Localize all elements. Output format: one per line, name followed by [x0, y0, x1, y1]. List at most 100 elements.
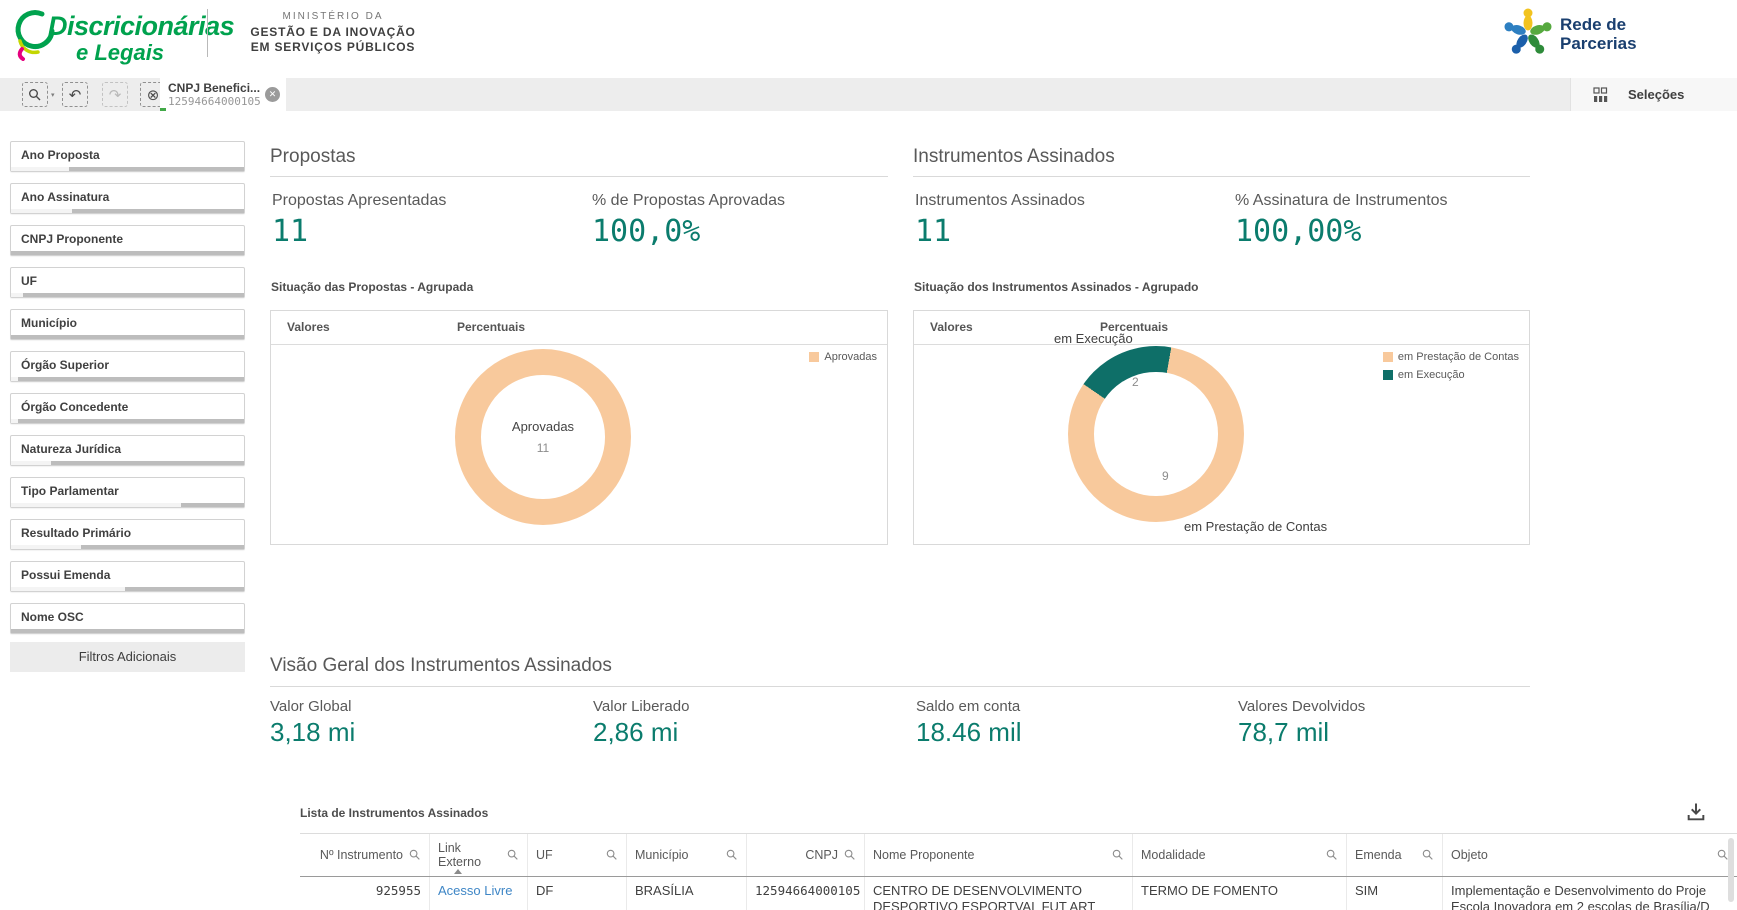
column-label: Município — [635, 848, 689, 862]
table-cell-nome-proponente[interactable]: CENTRO DE DESENVOLVIMENTO DESPORTIVO ESP… — [865, 877, 1133, 910]
donut-chart-instrumentos[interactable] — [1068, 346, 1244, 522]
external-link[interactable]: Acesso Livre — [430, 877, 528, 910]
filter-item-possui-emenda[interactable]: Possui Emenda — [10, 561, 245, 592]
redo-icon[interactable]: ↷ — [102, 82, 128, 107]
propostas-chart-title: Situação das Propostas - Agrupada — [271, 280, 473, 294]
column-header-cnpj[interactable]: CNPJ — [747, 834, 865, 876]
legend-item-em-execucao[interactable]: em Execução — [1383, 369, 1519, 381]
selections-grid-icon — [1593, 87, 1610, 103]
tab-valores[interactable]: Valores — [930, 320, 973, 334]
selection-tab-cnpj[interactable]: CNPJ Benefici... 12594664000105 ✕ — [160, 78, 286, 111]
download-icon[interactable] — [1685, 801, 1709, 825]
filter-item-ano-proposta[interactable]: Ano Proposta — [10, 141, 245, 172]
table-row: 925955Acesso LivreDFBRASÍLIA125946640001… — [300, 877, 1737, 910]
donut-center-label: Aprovadas — [512, 419, 574, 434]
partner-line2: Parcerias — [1560, 34, 1672, 53]
filter-item-orgao-superior[interactable]: Órgão Superior — [10, 351, 245, 382]
filter-scrollbar[interactable] — [11, 167, 244, 171]
filter-scrollbar[interactable] — [11, 335, 244, 339]
filter-item-natureza-juridica[interactable]: Natureza Jurídica — [10, 435, 245, 466]
legend-swatch — [809, 352, 819, 362]
table-cell-n-instrumento[interactable]: 925955 — [300, 877, 430, 910]
column-header-nome-proponente[interactable]: Nome Proponente — [865, 834, 1133, 876]
filter-scrollbar[interactable] — [11, 629, 244, 633]
propostas-chart-container: Valores Percentuais Aprovadas Aprovadas … — [270, 310, 888, 545]
tab-percentuais[interactable]: Percentuais — [457, 320, 525, 334]
search-icon[interactable] — [1326, 849, 1338, 861]
legend-swatch — [1383, 370, 1393, 380]
legend-item-aprovadas[interactable]: Aprovadas — [809, 351, 877, 363]
kpi-pct-aprovadas-value: 100,0% — [592, 214, 700, 249]
filter-scrollbar[interactable] — [11, 209, 244, 213]
legend-item-em-prestacao-de-contas[interactable]: em Prestação de Contas — [1383, 351, 1519, 363]
column-header-municipio[interactable]: Município — [627, 834, 747, 876]
filter-item-tipo-parlamentar[interactable]: Tipo Parlamentar — [10, 477, 245, 508]
search-icon[interactable] — [1112, 849, 1124, 861]
filter-scrollbar[interactable] — [11, 587, 244, 591]
filter-item-orgao-concedente[interactable]: Órgão Concedente — [10, 393, 245, 424]
kpi-valor-global-label: Valor Global — [270, 698, 351, 715]
legend-label: Aprovadas — [824, 351, 877, 363]
undo-icon[interactable]: ↶ — [62, 82, 88, 107]
column-header-link-externo[interactable]: Link Externo — [430, 834, 528, 876]
filter-item-ano-assinatura[interactable]: Ano Assinatura — [10, 183, 245, 214]
instrumentos-chart-container: Valores Percentuais em Prestação de Cont… — [913, 310, 1530, 545]
additional-filters-button[interactable]: Filtros Adicionais — [10, 642, 245, 672]
kpi-valor-liberado-value: 2,86 mi — [593, 717, 678, 748]
donut-chart-propostas[interactable]: Aprovadas 11 — [455, 349, 631, 525]
column-header-uf[interactable]: UF — [528, 834, 627, 876]
header-divider — [207, 9, 208, 57]
filter-label: Órgão Concedente — [11, 394, 244, 414]
callout-em-execucao-label: em Execução — [1054, 331, 1133, 346]
vertical-scrollbar[interactable] — [1728, 838, 1734, 902]
table-cell-emenda[interactable]: SIM — [1347, 877, 1443, 910]
search-icon[interactable] — [1422, 849, 1434, 861]
partner-text: Rede de Parcerias — [1560, 15, 1672, 53]
table-cell-cnpj[interactable]: 12594664000105 — [747, 877, 865, 910]
filter-item-cnpj-proponente[interactable]: CNPJ Proponente — [10, 225, 245, 256]
search-icon[interactable] — [844, 849, 856, 861]
column-header-emenda[interactable]: Emenda — [1347, 834, 1443, 876]
smart-search-icon[interactable] — [22, 82, 48, 107]
partner-star-icon — [1502, 7, 1554, 59]
column-header-modalidade[interactable]: Modalidade — [1133, 834, 1347, 876]
callout-prestacao-label: em Prestação de Contas — [1184, 519, 1327, 534]
filter-scrollbar[interactable] — [11, 251, 244, 255]
filter-item-uf[interactable]: UF — [10, 267, 245, 298]
column-header-objeto[interactable]: Objeto — [1443, 834, 1737, 876]
search-icon[interactable] — [726, 849, 738, 861]
filter-scrollbar[interactable] — [11, 377, 244, 381]
selections-button[interactable]: Seleções — [1570, 78, 1737, 111]
close-icon[interactable]: ✕ — [265, 87, 280, 102]
donut-center: Aprovadas 11 — [481, 375, 604, 498]
table-cell-modalidade[interactable]: TERMO DE FOMENTO — [1133, 877, 1347, 910]
kpi-pct-assinatura-label: % Assinatura de Instrumentos — [1235, 192, 1448, 210]
instrumentos-table: Nº InstrumentoLink ExternoUF Município CNP… — [300, 833, 1737, 910]
table-cell-municipio[interactable]: BRASÍLIA — [627, 877, 747, 910]
filter-item-resultado-primario[interactable]: Resultado Primário — [10, 519, 245, 550]
filter-scrollbar[interactable] — [11, 461, 244, 465]
tab-valores[interactable]: Valores — [287, 320, 330, 334]
table-cell-objeto[interactable]: Implementação e Desenvolvimento do Proje… — [1443, 877, 1737, 910]
filter-label: Possui Emenda — [11, 562, 244, 582]
ministry-line3: EM SERVIÇOS PÚBLICOS — [248, 40, 418, 55]
filter-item-municipio[interactable]: Município — [10, 309, 245, 340]
search-icon[interactable] — [409, 849, 421, 861]
filter-scrollbar[interactable] — [11, 545, 244, 549]
filter-scrollbar[interactable] — [11, 293, 244, 297]
column-label: CNPJ — [805, 848, 838, 862]
filter-item-nome-osc[interactable]: Nome OSC — [10, 603, 245, 634]
sort-ascending-icon — [454, 869, 462, 874]
search-dropdown-caret-icon[interactable]: ▾ — [51, 91, 55, 99]
search-icon[interactable] — [507, 849, 519, 861]
table-cell-uf[interactable]: DF — [528, 877, 627, 910]
kpi-valores-devolvidos-value: 78,7 mil — [1238, 717, 1329, 748]
column-label: Objeto — [1451, 848, 1488, 862]
column-header-n-instrumento[interactable]: Nº Instrumento — [300, 834, 430, 876]
search-icon[interactable] — [606, 849, 618, 861]
legend-label: em Execução — [1398, 369, 1465, 381]
table-title: Lista de Instrumentos Assinados — [300, 806, 488, 820]
filter-scrollbar[interactable] — [11, 419, 244, 423]
filter-scrollbar[interactable] — [11, 503, 244, 507]
partner-line1: Rede de — [1560, 15, 1672, 34]
